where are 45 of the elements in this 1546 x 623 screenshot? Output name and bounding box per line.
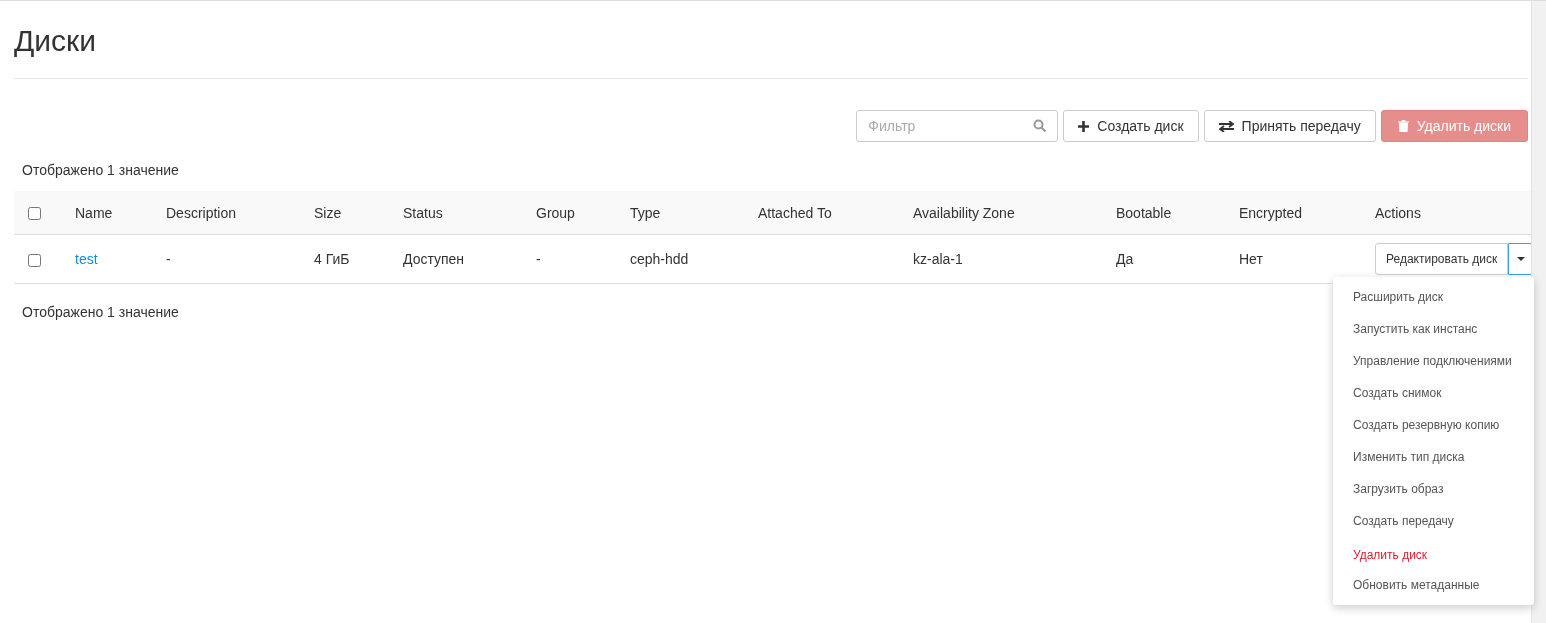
table-cell: Да xyxy=(1116,251,1134,267)
menu-item[interactable]: Загрузить образ xyxy=(1333,473,1534,505)
menu-item[interactable]: Удалить диск xyxy=(1333,541,1534,569)
menu-item[interactable]: Обновить метаданные xyxy=(1333,569,1534,601)
trash-icon xyxy=(1397,120,1409,132)
dropdown-toggle-button[interactable] xyxy=(1508,243,1534,275)
plus-icon xyxy=(1078,120,1090,132)
accept-transfer-button[interactable]: Принять передачу xyxy=(1203,110,1376,142)
column-header: Availability Zone xyxy=(913,204,1015,221)
select-all-checkbox[interactable] xyxy=(28,207,41,221)
edit-disk-button[interactable]: Редактировать диск xyxy=(1375,243,1509,275)
table-cell: Доступен xyxy=(403,251,465,267)
create-disk-button[interactable]: Создать диск xyxy=(1063,110,1199,142)
table-cell: ceph-hdd xyxy=(630,251,689,267)
column-header: Name xyxy=(75,204,113,221)
column-header: Actions xyxy=(1375,204,1421,221)
item-count: Отображено 1 значение xyxy=(21,303,180,322)
menu-item[interactable]: Запустить как инстанс xyxy=(1333,313,1534,345)
menu-item[interactable]: Создать передачу xyxy=(1333,505,1534,537)
column-header: Encrypted xyxy=(1239,204,1303,221)
table-cell: 4 ГиБ xyxy=(314,251,350,267)
page-title: Диски xyxy=(14,1,1528,79)
swap-arrows-icon xyxy=(1218,120,1234,132)
menu-item[interactable]: Создать резервную копию xyxy=(1333,409,1534,441)
column-header: Size xyxy=(314,204,342,221)
menu-item[interactable]: Управление подключениями xyxy=(1333,345,1534,377)
disk-name-link[interactable]: test xyxy=(75,251,98,267)
item-count: Отображено 1 значение xyxy=(21,161,180,180)
menu-item[interactable]: Изменить тип диска xyxy=(1333,441,1534,473)
table-cell: kz-ala-1 xyxy=(913,251,963,267)
table-cell: Нет xyxy=(1239,251,1263,267)
table-cell: - xyxy=(536,251,541,267)
column-header: Type xyxy=(630,204,661,221)
column-header: Bootable xyxy=(1116,204,1172,221)
caret-icon xyxy=(1516,257,1525,261)
menu-item[interactable]: Расширить диск xyxy=(1333,281,1534,313)
menu-item[interactable]: Создать снимок xyxy=(1333,377,1534,409)
filter-field[interactable]: Фильтр xyxy=(856,110,1059,142)
column-header: Description xyxy=(166,204,237,221)
row-checkbox[interactable] xyxy=(28,253,41,267)
column-header: Attached To xyxy=(758,204,832,221)
search-icon xyxy=(1033,119,1048,133)
column-header: Status xyxy=(403,204,443,221)
table-cell: - xyxy=(166,251,171,267)
column-header: Group xyxy=(536,204,575,221)
